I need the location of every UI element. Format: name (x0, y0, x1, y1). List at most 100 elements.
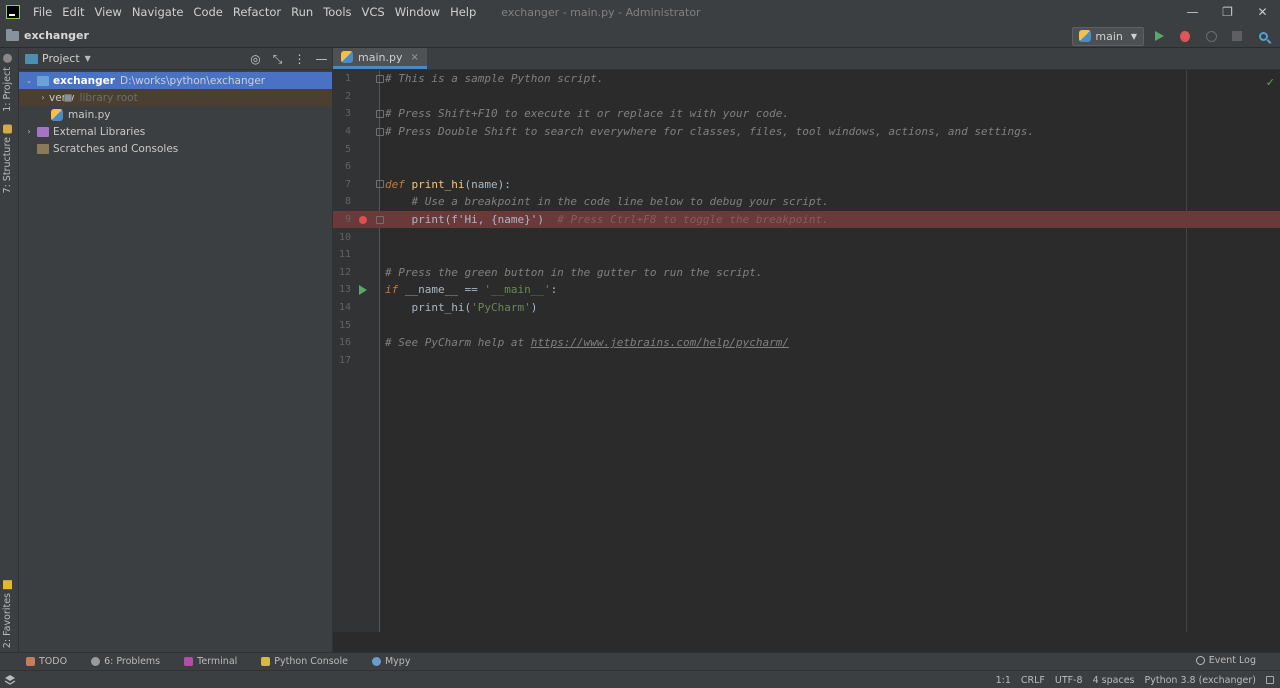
indent-setting[interactable]: 4 spaces (1093, 675, 1135, 686)
tab-python-console[interactable]: Python Console (261, 656, 348, 667)
code-text: # Use a breakpoint in the code line belo… (385, 195, 829, 209)
fold-marker-icon[interactable] (376, 215, 384, 224)
tree-item-exchanger[interactable]: ⌄ exchanger D:\works\python\exchanger (19, 72, 332, 89)
code-paren: ) (530, 301, 538, 315)
menu-view[interactable]: View (90, 0, 127, 24)
tree-item-venv[interactable]: › venv library root (19, 89, 332, 106)
file-encoding[interactable]: UTF-8 (1055, 675, 1083, 686)
run-button[interactable] (1148, 26, 1170, 46)
chevron-down-icon[interactable]: ▼ (85, 54, 91, 63)
help-link[interactable]: https://www.jetbrains.com/help/pycharm/ (531, 336, 789, 349)
chevron-down-icon[interactable]: ⌄ (23, 76, 35, 85)
code-line[interactable]: 3 # Press Shift+F10 to execute it or rep… (333, 105, 1280, 123)
code-string: 'PyCharm' (471, 301, 531, 315)
event-log-tab[interactable]: Event Log (1195, 655, 1256, 666)
menu-navigate[interactable]: Navigate (127, 0, 189, 24)
code-line[interactable]: 8 # Use a breakpoint in the code line be… (333, 193, 1280, 211)
fold-marker-icon[interactable] (376, 109, 384, 118)
close-tab-icon[interactable]: × (410, 52, 418, 63)
code-line[interactable]: 17 (333, 352, 1280, 370)
tree-item-external-libraries[interactable]: › External Libraries (19, 123, 332, 140)
menu-tools[interactable]: Tools (318, 0, 356, 24)
menu-vcs[interactable]: VCS (357, 0, 390, 24)
restore-button[interactable]: ❐ (1210, 0, 1245, 24)
breakpoint-line[interactable]: 9 print(f'Hi, {name}') # Press Ctrl+F8 t… (333, 210, 1280, 229)
stop-icon (1232, 31, 1242, 41)
breadcrumb[interactable]: exchanger (6, 28, 89, 42)
tab-mypy[interactable]: Mypy (371, 656, 410, 667)
close-window-button[interactable]: ✕ (1245, 0, 1280, 24)
code-line[interactable]: 13 if __name__ == '__main__': (333, 281, 1280, 299)
tree-item-scratches[interactable]: Scratches and Consoles (19, 140, 332, 157)
menu-help[interactable]: Help (445, 0, 481, 24)
chevron-right-icon[interactable]: › (37, 93, 49, 102)
collapse-all-icon[interactable]: ⤡ (271, 52, 284, 66)
tab-terminal[interactable]: Terminal (184, 656, 237, 667)
code-line[interactable]: 16 # See PyCharm help at https://www.jet… (333, 334, 1280, 352)
python-interpreter[interactable]: Python 3.8 (exchanger) (1145, 675, 1257, 686)
run-configuration-select[interactable]: main ▼ (1072, 26, 1144, 46)
keyword-def: def (385, 177, 405, 191)
project-tool-tab[interactable]: 1: Project (2, 54, 13, 112)
code-line[interactable]: 6 (333, 158, 1280, 176)
layers-icon[interactable] (4, 674, 18, 686)
menu-window[interactable]: Window (390, 0, 445, 24)
fold-marker-icon[interactable] (376, 74, 384, 83)
code-lines[interactable]: 1 # This is a sample Python script. 2 3 … (333, 70, 1280, 369)
code-print-call: print(f'Hi, {name}') (385, 213, 544, 227)
project-panel-header: Project ▼ ◎ ⤡ ⋮ — (19, 48, 332, 70)
code-line[interactable]: 7 def print_hi(name): (333, 176, 1280, 194)
tree-item-main-py[interactable]: main.py (19, 106, 332, 123)
menu-code[interactable]: Code (188, 0, 227, 24)
code-line[interactable]: 4 # Press Double Shift to search everywh… (333, 123, 1280, 141)
lock-icon[interactable] (1266, 676, 1274, 684)
code-text: # Press the green button in the gutter t… (385, 265, 763, 279)
project-view-select[interactable]: Project (42, 52, 80, 65)
mypy-icon (371, 657, 381, 666)
tab-todo[interactable]: TODO (26, 656, 67, 667)
code-line[interactable]: 11 (333, 246, 1280, 264)
line-number: 12 (338, 266, 351, 278)
minimize-button[interactable]: — (1175, 0, 1210, 24)
code-line[interactable]: 12 # Press the green button in the gutte… (333, 264, 1280, 282)
caret-position[interactable]: 1:1 (996, 675, 1011, 686)
line-separator[interactable]: CRLF (1021, 675, 1045, 686)
code-line[interactable]: 5 (333, 140, 1280, 158)
hide-panel-icon[interactable]: — (315, 52, 328, 66)
tab-label: TODO (39, 656, 68, 667)
line-number: 13 (338, 284, 351, 296)
options-menu-icon[interactable]: ⋮ (293, 52, 306, 66)
debug-button[interactable] (1174, 26, 1196, 46)
code-call: print_hi( (385, 301, 472, 315)
project-folder-icon (37, 75, 49, 86)
menu-file[interactable]: File (28, 0, 57, 24)
code-line[interactable]: 14 print_hi('PyCharm') (333, 299, 1280, 317)
run-gutter-icon[interactable] (359, 284, 367, 295)
structure-tool-tab[interactable]: 7: Structure (2, 124, 13, 193)
fold-marker-icon[interactable] (376, 127, 384, 136)
run-icon (1154, 31, 1164, 41)
chevron-right-icon[interactable]: › (23, 127, 35, 136)
locate-file-icon[interactable]: ◎ (249, 52, 262, 66)
code-line[interactable]: 15 (333, 316, 1280, 334)
breakpoint-icon[interactable] (359, 215, 367, 224)
line-number: 16 (338, 337, 351, 349)
tab-problems[interactable]: 6: Problems (91, 656, 160, 667)
favorites-tool-tab[interactable]: 2: Favorites (2, 580, 13, 648)
code-text: print_hi('PyCharm') (385, 301, 537, 314)
tree-item-hint: library root (79, 91, 138, 104)
code-line[interactable]: 2 (333, 88, 1280, 106)
search-everywhere-button[interactable] (1252, 26, 1274, 46)
fold-marker-icon[interactable] (376, 180, 384, 189)
todo-icon (26, 657, 35, 666)
menu-edit[interactable]: Edit (57, 0, 89, 24)
tree-item-path: D:\works\python\exchanger (119, 74, 266, 87)
menu-run[interactable]: Run (286, 0, 318, 24)
coverage-button[interactable] (1200, 26, 1222, 46)
code-line[interactable]: 1 # This is a sample Python script. (333, 70, 1280, 88)
editor-tab-main-py[interactable]: main.py × (333, 48, 427, 69)
python-console-icon (261, 657, 271, 666)
code-line[interactable]: 10 (333, 228, 1280, 246)
stop-button[interactable] (1226, 26, 1248, 46)
menu-refactor[interactable]: Refactor (228, 0, 286, 24)
